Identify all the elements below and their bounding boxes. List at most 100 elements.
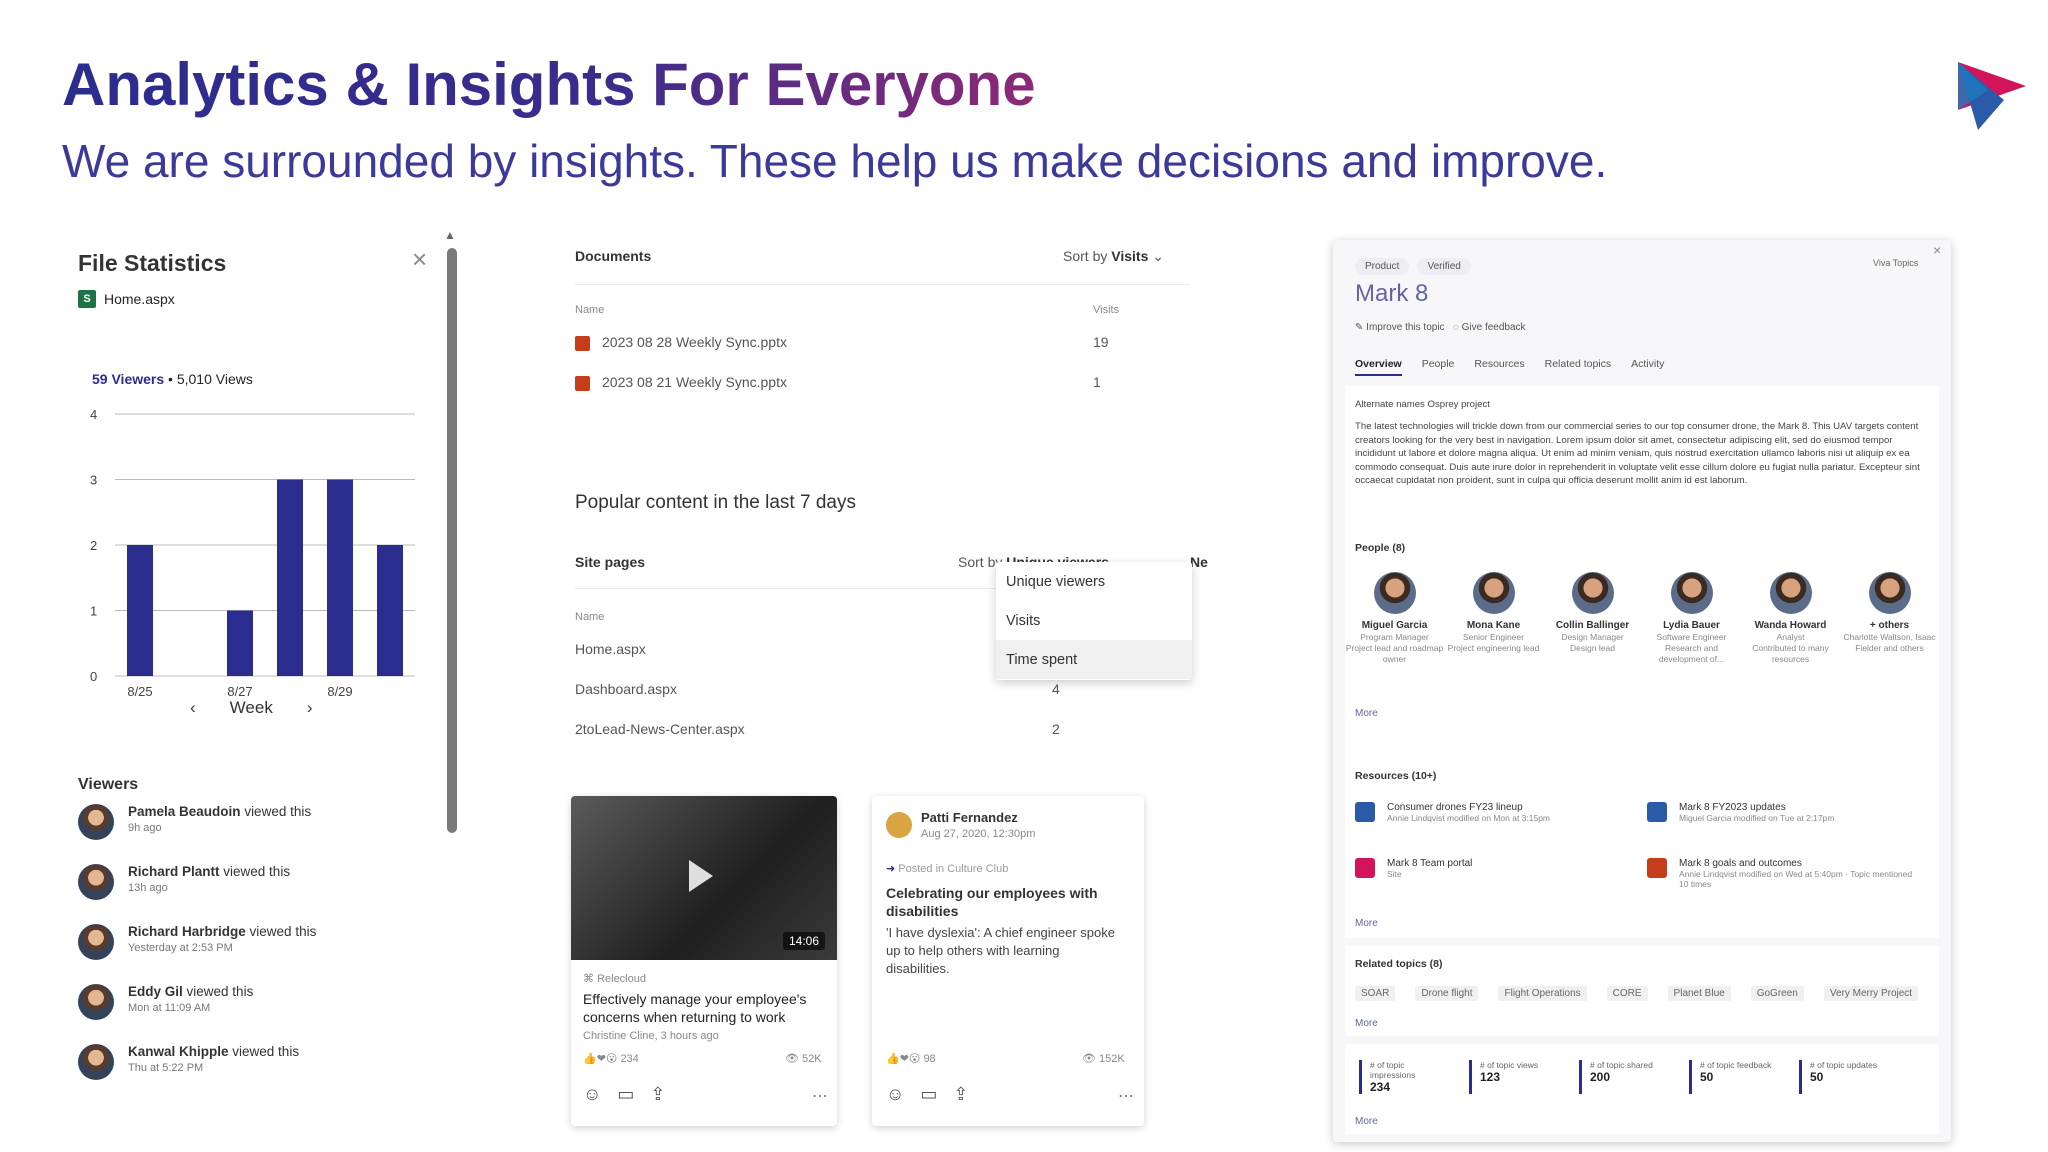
- stat-label: # of topic impressions: [1370, 1060, 1416, 1080]
- share-icon[interactable]: ⇪: [953, 1084, 968, 1105]
- close-icon[interactable]: ×: [412, 244, 427, 275]
- scrollbar[interactable]: [447, 248, 457, 833]
- page-row[interactable]: Home.aspx: [575, 641, 646, 657]
- slide: Analytics & Insights For Everyone We are…: [0, 0, 2048, 1152]
- viewers-count: 59: [92, 371, 108, 387]
- people-heading: People (8): [1355, 542, 1406, 554]
- powerpoint-icon: [1647, 858, 1667, 878]
- document-name: 2023 08 28 Weekly Sync.pptx: [602, 334, 787, 350]
- sort-value: Visits: [1111, 248, 1149, 264]
- scroll-up-icon[interactable]: ▲: [444, 228, 456, 242]
- stat-item: # of topic shared 200: [1579, 1060, 1667, 1094]
- related-topic-tag[interactable]: Drone flight: [1415, 986, 1479, 1001]
- viewer-item[interactable]: Richard Plantt viewed this 13h ago: [78, 864, 290, 900]
- related-topic-tag[interactable]: Very Merry Project: [1823, 986, 1919, 1001]
- related-topic-tag[interactable]: CORE: [1606, 986, 1648, 1001]
- tab-resources[interactable]: Resources: [1474, 358, 1524, 376]
- tag-verified: Verified: [1417, 258, 1471, 275]
- post-actions: ☺ ▭ ⇪: [886, 1084, 969, 1105]
- person-card[interactable]: Wanda Howard Analyst Contributed to many r…: [1741, 572, 1840, 665]
- documents-sort[interactable]: Sort by Visits ⌄: [1063, 248, 1164, 265]
- more-link[interactable]: More: [1355, 1116, 1378, 1127]
- bar: [127, 545, 153, 676]
- resource-item[interactable]: Consumer drones FY23 lineup Annie Lindqvi…: [1355, 802, 1550, 823]
- tab-activity[interactable]: Activity: [1631, 358, 1664, 376]
- viewer-item[interactable]: Pamela Beaudoin viewed this 9h ago: [78, 804, 311, 840]
- avatar: [78, 924, 114, 960]
- related-topic-tag[interactable]: Flight Operations: [1498, 986, 1587, 1001]
- resource-item[interactable]: Mark 8 goals and outcomes Annie Lindqvist…: [1647, 858, 1917, 889]
- viewer-item[interactable]: Richard Harbridge viewed this Yesterday a…: [78, 924, 316, 960]
- chevron-right-icon[interactable]: ›: [307, 698, 313, 718]
- related-topic-tag[interactable]: SOAR: [1355, 986, 1396, 1001]
- emoji-icon[interactable]: ☺: [583, 1084, 601, 1105]
- reaction-count: 234: [620, 1053, 639, 1065]
- bar: [227, 610, 253, 676]
- more-icon[interactable]: ⋯: [1118, 1086, 1134, 1106]
- page-value: 2: [1052, 721, 1060, 737]
- resource-meta: Site: [1387, 869, 1402, 879]
- document-row[interactable]: 2023 08 21 Weekly Sync.pptx: [575, 374, 787, 391]
- eye-icon: 👁: [785, 1053, 803, 1065]
- video-reactions: 👍❤😮 234: [583, 1052, 639, 1065]
- person-card[interactable]: Lydia Bauer Software Engineer Research and…: [1642, 572, 1741, 665]
- topic-description: The latest technologies will trickle dow…: [1355, 421, 1920, 486]
- video-thumbnail[interactable]: 14:06: [571, 796, 837, 960]
- person-card[interactable]: + others Charlotte Waltson, Isaac Fielder…: [1840, 572, 1939, 665]
- viewer-item[interactable]: Eddy Gil viewed this Mon at 11:09 AM: [78, 984, 253, 1020]
- viva-topics-brand: Viva Topics: [1873, 258, 1919, 268]
- dropdown-option[interactable]: Time spent: [996, 640, 1192, 679]
- stat-label: # of topic updates: [1810, 1060, 1878, 1070]
- viewers-link[interactable]: Viewers: [111, 371, 164, 387]
- person-role: Software Engineer: [1656, 632, 1727, 642]
- resource-meta: Miguel Garcia modified on Tue at 2:17pm: [1679, 813, 1835, 823]
- dropdown-option[interactable]: Visits: [996, 601, 1192, 640]
- viewer-name: Pamela Beaudoin viewed this: [128, 804, 312, 819]
- comment-icon[interactable]: ▭: [617, 1084, 634, 1105]
- person-name: Collin Ballinger: [1555, 620, 1630, 631]
- person-card[interactable]: Miguel Garcia Program Manager Project lead…: [1345, 572, 1444, 665]
- resource-item[interactable]: Mark 8 FY2023 updates Miguel Garcia modif…: [1647, 802, 1834, 823]
- tab-overview[interactable]: Overview: [1355, 358, 1402, 376]
- viewer-item[interactable]: Kanwal Khipple viewed this Thu at 5:22 PM: [78, 1044, 299, 1080]
- stat-value: 50: [1700, 1070, 1714, 1084]
- post-author[interactable]: Patti Fernandez: [921, 810, 1018, 825]
- more-icon[interactable]: ⋯: [812, 1086, 828, 1106]
- x-tick-label: 8/29: [327, 684, 352, 698]
- person-card[interactable]: Collin Ballinger Design Manager Design lea…: [1543, 572, 1642, 665]
- comment-icon[interactable]: ▭: [920, 1084, 937, 1105]
- document-visits: 19: [1093, 334, 1109, 350]
- video-title[interactable]: Effectively manage your employee's conce…: [583, 990, 833, 1026]
- tab-people[interactable]: People: [1422, 358, 1455, 376]
- stat-item: # of topic updates 50: [1799, 1060, 1887, 1094]
- related-topic-tag[interactable]: GoGreen: [1750, 986, 1804, 1001]
- resource-item[interactable]: Mark 8 Team portal Site: [1355, 858, 1472, 879]
- document-row[interactable]: 2023 08 28 Weekly Sync.pptx: [575, 334, 787, 351]
- topic-panel: Product Verified Viva Topics × Mark 8 ✎ I…: [1333, 240, 1951, 1142]
- play-icon[interactable]: [689, 860, 713, 892]
- feedback-link[interactable]: Give feedback: [1462, 322, 1526, 333]
- chevron-left-icon[interactable]: ‹: [190, 698, 196, 718]
- page-row[interactable]: Dashboard.aspx: [575, 681, 677, 697]
- tab-related-topics[interactable]: Related topics: [1545, 358, 1612, 376]
- person-name: Mona Kane: [1466, 620, 1521, 631]
- related-topic-tag[interactable]: Planet Blue: [1667, 986, 1731, 1001]
- more-link[interactable]: More: [1355, 918, 1378, 929]
- emoji-icon[interactable]: ☺: [886, 1084, 904, 1105]
- page-row[interactable]: 2toLead-News-Center.aspx: [575, 721, 745, 737]
- improve-link[interactable]: Improve this topic: [1366, 322, 1444, 333]
- popular-heading: Popular content in the last 7 days: [575, 492, 856, 513]
- dropdown-option[interactable]: Unique viewers: [996, 562, 1192, 601]
- share-icon[interactable]: ⇪: [650, 1084, 665, 1105]
- person-role: Senior Engineer: [1463, 632, 1524, 642]
- page-value: 4: [1052, 681, 1060, 697]
- word-icon: [1647, 802, 1667, 822]
- post-title[interactable]: Celebrating our employees with disabilit…: [886, 884, 1126, 920]
- close-icon[interactable]: ×: [1933, 242, 1941, 258]
- more-link[interactable]: More: [1355, 708, 1378, 719]
- col-name: Name: [575, 304, 605, 316]
- more-link[interactable]: More: [1355, 1018, 1378, 1029]
- resources-heading: Resources (10+): [1355, 770, 1437, 782]
- person-card[interactable]: Mona Kane Senior Engineer Project engineer…: [1444, 572, 1543, 665]
- person-name: Miguel Garcia: [1361, 620, 1428, 631]
